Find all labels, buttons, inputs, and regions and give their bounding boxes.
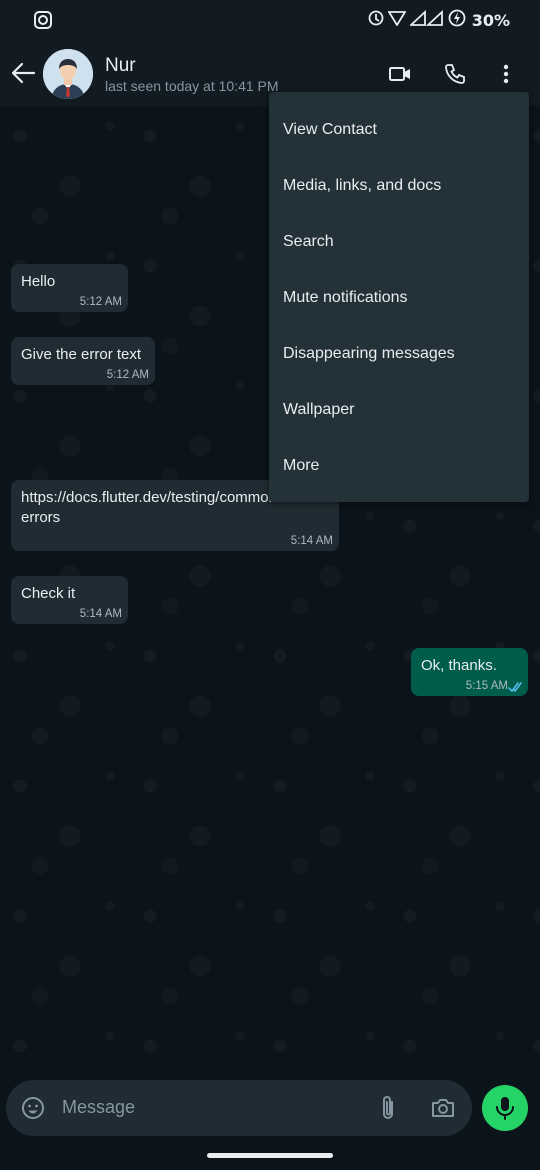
home-gesture-pill[interactable]: [207, 1153, 333, 1158]
menu-item-search[interactable]: Search: [269, 214, 529, 270]
menu-item-mute-notifications[interactable]: Mute notifications: [269, 270, 529, 326]
wifi-icon: [387, 10, 407, 31]
camera-icon[interactable]: [430, 1096, 456, 1120]
emoji-icon[interactable]: [21, 1096, 45, 1120]
battery-percentage: 30%: [471, 11, 510, 30]
contact-avatar[interactable]: [43, 49, 93, 99]
contact-name[interactable]: Nur: [105, 55, 136, 77]
attach-icon[interactable]: [376, 1094, 400, 1122]
menu-item-wallpaper[interactable]: Wallpaper: [269, 382, 529, 438]
message-time: 5:14 AM: [290, 535, 333, 547]
overflow-menu: View Contact Media, links, and docs Sear…: [269, 92, 529, 502]
more-options-icon[interactable]: [500, 62, 512, 86]
video-call-icon[interactable]: [388, 62, 412, 86]
message-bubble-outgoing[interactable]: Ok, thanks. 5:15 AM: [411, 648, 528, 696]
message-time: 5:14 AM: [79, 608, 122, 620]
message-time: 5:12 AM: [79, 296, 122, 308]
message-text: Give the error text: [21, 346, 142, 363]
signal-icon: [408, 9, 444, 31]
message-text: Check it: [21, 585, 76, 602]
notification-icon: [33, 10, 53, 30]
message-text: Ok, thanks.: [421, 657, 497, 674]
message-bubble-incoming[interactable]: Give the error text 5:12 AM: [11, 337, 155, 385]
message-bubble-incoming[interactable]: Hello 5:12 AM: [11, 264, 128, 312]
message-text: Hello: [21, 273, 56, 290]
menu-item-more[interactable]: More: [269, 438, 529, 494]
message-composer: Message: [6, 1080, 472, 1136]
message-bubble-incoming[interactable]: Check it 5:14 AM: [11, 576, 128, 624]
battery-icon: [448, 9, 466, 32]
message-input[interactable]: Message: [62, 1097, 135, 1118]
menu-item-view-contact[interactable]: View Contact: [269, 102, 529, 158]
back-arrow-icon[interactable]: [10, 60, 36, 86]
voice-message-button[interactable]: [482, 1085, 528, 1131]
system-navigation-bar: [0, 1142, 540, 1170]
microphone-icon: [496, 1097, 514, 1120]
menu-item-disappearing-messages[interactable]: Disappearing messages: [269, 326, 529, 382]
message-time: 5:12 AM: [106, 369, 149, 381]
voice-call-icon[interactable]: [443, 62, 467, 86]
message-time: 5:15 AM: [465, 680, 508, 692]
read-receipt-icon: [508, 680, 524, 692]
data-saver-icon: [368, 10, 384, 31]
last-seen-status: last seen today at 10:41 PM: [105, 78, 279, 94]
status-bar: 30%: [0, 0, 540, 40]
menu-item-media-links-docs[interactable]: Media, links, and docs: [269, 158, 529, 214]
